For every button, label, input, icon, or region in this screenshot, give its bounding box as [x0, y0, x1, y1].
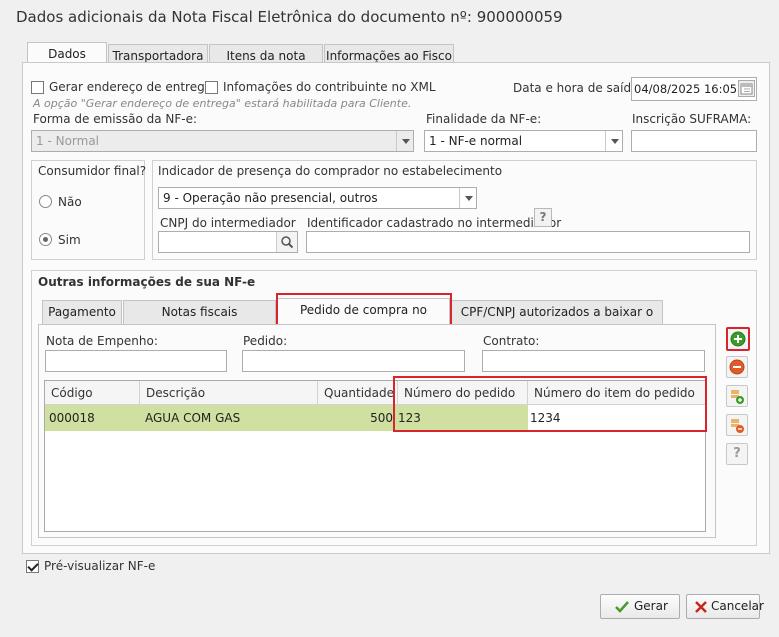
- tab-pagamento[interactable]: Pagamento: [42, 300, 122, 324]
- chevron-down-icon: [605, 131, 622, 151]
- gerar-endereco-label: Gerar endereço de entrega: [49, 80, 213, 94]
- remove-item-button[interactable]: [726, 356, 748, 378]
- remove-row-button[interactable]: [726, 414, 748, 436]
- info-contribuinte-checkbox[interactable]: [205, 81, 218, 94]
- highlight-box: [393, 376, 707, 432]
- column-header-quantidade[interactable]: Quantidade: [318, 381, 398, 405]
- add-item-button[interactable]: [726, 327, 750, 351]
- suframa-label: Inscrição SUFRAMA:: [632, 112, 752, 126]
- identificador-input[interactable]: [306, 231, 750, 253]
- remove-row-icon: [731, 419, 744, 433]
- data-saida-label: Data e hora de saída:: [513, 81, 643, 95]
- finalidade-select[interactable]: 1 - NF-e normal: [424, 130, 623, 152]
- info-contribuinte-label: Infomações do contribuinte no XML: [223, 80, 436, 94]
- help-icon: ?: [733, 446, 741, 461]
- cancelar-button[interactable]: Cancelar: [686, 594, 764, 619]
- endereco-hint: A opção "Gerar endereço de entrega" esta…: [33, 97, 412, 110]
- minus-icon: [729, 359, 745, 375]
- gerar-button[interactable]: Gerar: [600, 594, 680, 619]
- help-button[interactable]: ?: [726, 443, 748, 465]
- contrato-input[interactable]: [482, 350, 705, 372]
- close-icon: [695, 601, 707, 613]
- search-icon[interactable]: [276, 232, 297, 252]
- window-title: Dados adicionais da Nota Fiscal Eletrôni…: [16, 8, 563, 26]
- sim-radio[interactable]: [39, 233, 52, 246]
- chevron-down-icon: [459, 188, 476, 208]
- nota-empenho-label: Nota de Empenho:: [46, 334, 158, 348]
- contrato-label: Contrato:: [483, 334, 540, 348]
- cell-codigo: 000018: [49, 411, 95, 425]
- consumidor-final-label: Consumidor final?: [38, 164, 147, 178]
- column-header-codigo[interactable]: Código: [45, 381, 140, 405]
- add-row-icon: [731, 390, 744, 404]
- checkmark-icon: [615, 601, 629, 613]
- cnpj-intermediador-input[interactable]: [158, 231, 298, 253]
- cnpj-intermediador-label: CNPJ do intermediador: [160, 216, 296, 230]
- nao-radio[interactable]: [39, 195, 52, 208]
- tab-notas-referenciadas[interactable]: Notas fiscais referenciadas: [123, 300, 276, 341]
- sim-label: Sim: [58, 233, 81, 247]
- forma-emissao-label: Forma de emissão da NF-e:: [33, 112, 198, 126]
- gerar-endereco-checkbox[interactable]: [31, 81, 44, 94]
- indicador-presenca-label: Indicador de presença do comprador no es…: [158, 164, 503, 178]
- forma-emissao-select[interactable]: 1 - Normal: [31, 130, 414, 152]
- previsualizar-checkbox[interactable]: [26, 560, 39, 573]
- cell-descricao: AGUA COM GAS: [145, 411, 241, 425]
- column-header-descricao[interactable]: Descrição: [140, 381, 318, 405]
- add-row-button[interactable]: [726, 385, 748, 407]
- pedido-input[interactable]: [242, 350, 465, 372]
- suframa-input[interactable]: [631, 130, 757, 152]
- pedido-label: Pedido:: [243, 334, 288, 348]
- previsualizar-label: Pré-visualizar NF-e: [44, 559, 156, 573]
- finalidade-label: Finalidade da NF-e:: [426, 112, 542, 126]
- calendar-icon[interactable]: [738, 80, 755, 97]
- cell-quantidade: 500: [370, 411, 393, 425]
- help-icon[interactable]: ?: [534, 208, 552, 227]
- nao-label: Não: [58, 195, 82, 209]
- tab-cpf-cnpj-autorizados[interactable]: CPF/CNPJ autorizados a baixar o XML: [451, 300, 663, 341]
- plus-icon: [730, 331, 746, 347]
- nota-empenho-input[interactable]: [45, 350, 227, 372]
- outras-informacoes-title: Outras informações de sua NF-e: [38, 275, 256, 289]
- chevron-down-icon: [396, 131, 413, 151]
- highlight-box: [276, 293, 452, 327]
- identificador-label: Identificador cadastrado no intermediado…: [307, 216, 562, 230]
- indicador-presenca-select[interactable]: 9 - Operação não presencial, outros: [158, 187, 477, 209]
